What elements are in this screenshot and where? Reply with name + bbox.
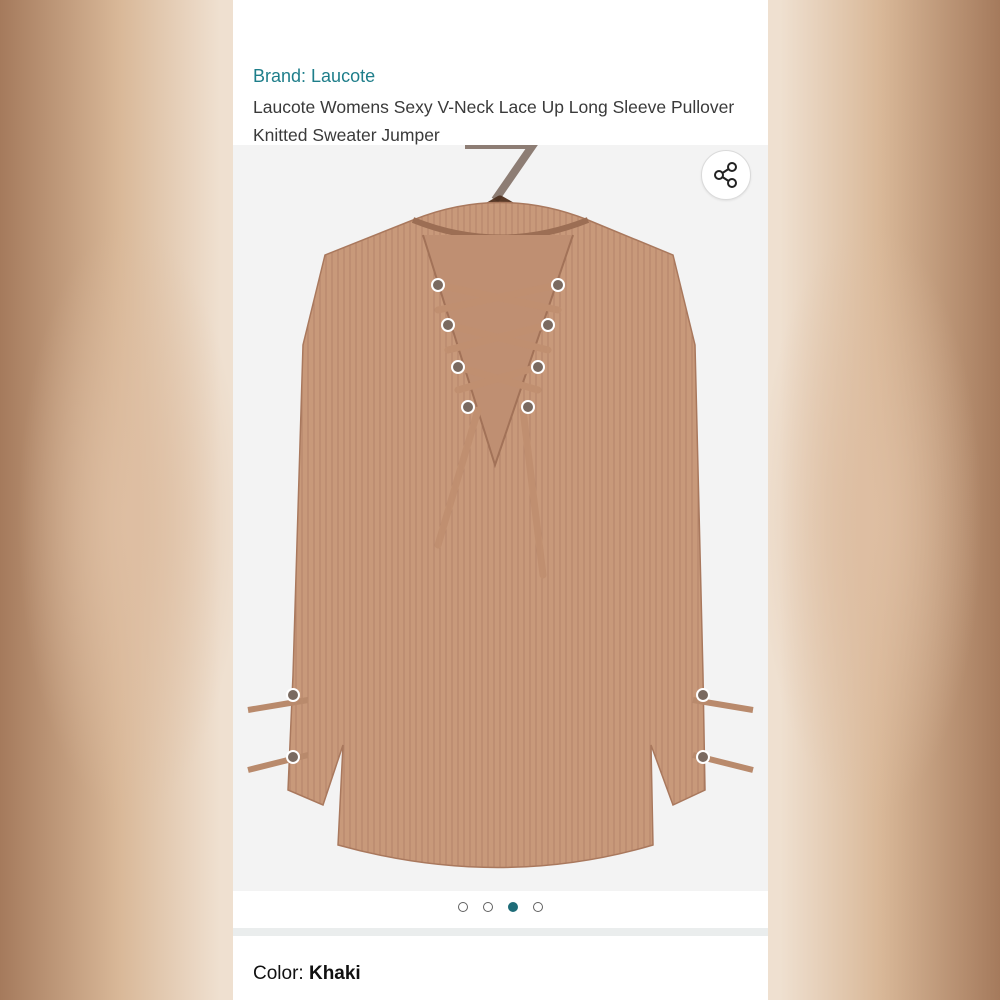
sweater-image [247, 141, 754, 869]
product-image[interactable] [233, 141, 768, 891]
carousel-dot[interactable] [458, 902, 468, 912]
color-value: Khaki [308, 963, 361, 984]
carousel-dot-active[interactable] [508, 902, 518, 912]
share-button[interactable] [701, 150, 751, 200]
color-selection: Color: Khaki [253, 963, 361, 985]
share-icon [714, 162, 737, 188]
carousel-indicator [233, 902, 768, 912]
divider [233, 928, 768, 936]
carousel-dot[interactable] [483, 902, 493, 912]
brand-link[interactable]: Brand: Laucote [253, 66, 375, 87]
carousel-dot[interactable] [533, 902, 543, 912]
product-title: Laucote Womens Sexy V-Neck Lace Up Long … [253, 97, 735, 145]
product-panel: Brand: Laucote Laucote Womens Sexy V-Nec… [233, 0, 768, 1000]
color-label: Color: [253, 963, 304, 984]
